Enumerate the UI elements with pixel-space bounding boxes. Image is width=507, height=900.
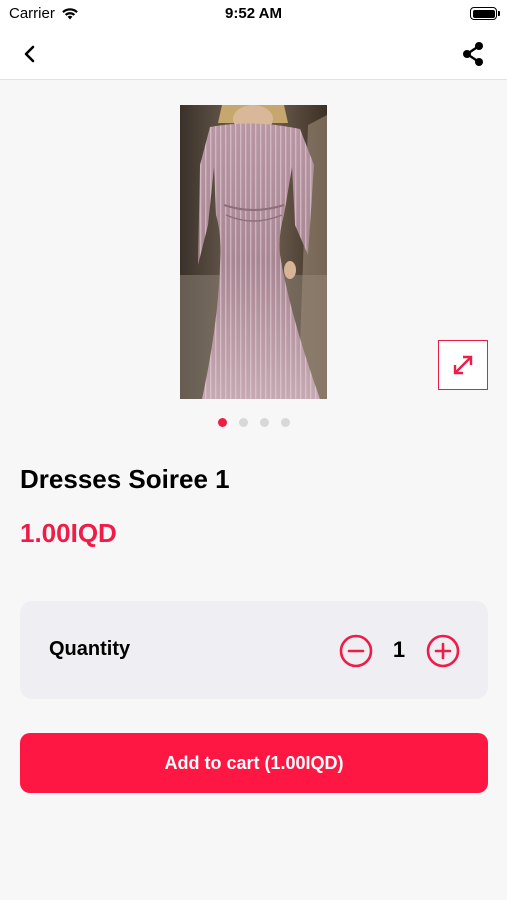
pagination-dot[interactable]	[217, 418, 227, 427]
expand-arrows-icon	[453, 355, 473, 375]
pagination-dot[interactable]	[280, 418, 290, 427]
share-icon	[463, 42, 483, 66]
dress-photo	[180, 105, 327, 399]
plus-circle-icon	[426, 634, 460, 668]
pagination-dot[interactable]	[238, 418, 248, 427]
quantity-value: 1	[392, 637, 406, 662]
product-price: 1.00IQD	[20, 518, 117, 548]
battery-icon	[470, 7, 500, 20]
increase-quantity-button[interactable]	[426, 634, 460, 668]
status-bar: Carrier 9:52 AM	[0, 0, 507, 28]
nav-bar	[0, 28, 507, 80]
image-pagination	[0, 418, 507, 427]
expand-image-button[interactable]	[438, 340, 488, 390]
pagination-dot[interactable]	[259, 418, 269, 427]
status-time: 9:52 AM	[225, 5, 282, 22]
share-button[interactable]	[457, 38, 489, 70]
product-image[interactable]	[180, 105, 327, 399]
product-title: Dresses Soiree 1	[20, 464, 230, 494]
minus-circle-icon	[339, 634, 373, 668]
add-to-cart-button[interactable]: Add to cart (1.00IQD)	[20, 733, 488, 793]
quantity-label: Quantity	[49, 638, 131, 660]
back-button[interactable]	[14, 38, 46, 70]
decrease-quantity-button[interactable]	[339, 634, 373, 668]
quantity-card: Quantity 1	[20, 601, 488, 699]
chevron-left-icon	[24, 45, 35, 63]
